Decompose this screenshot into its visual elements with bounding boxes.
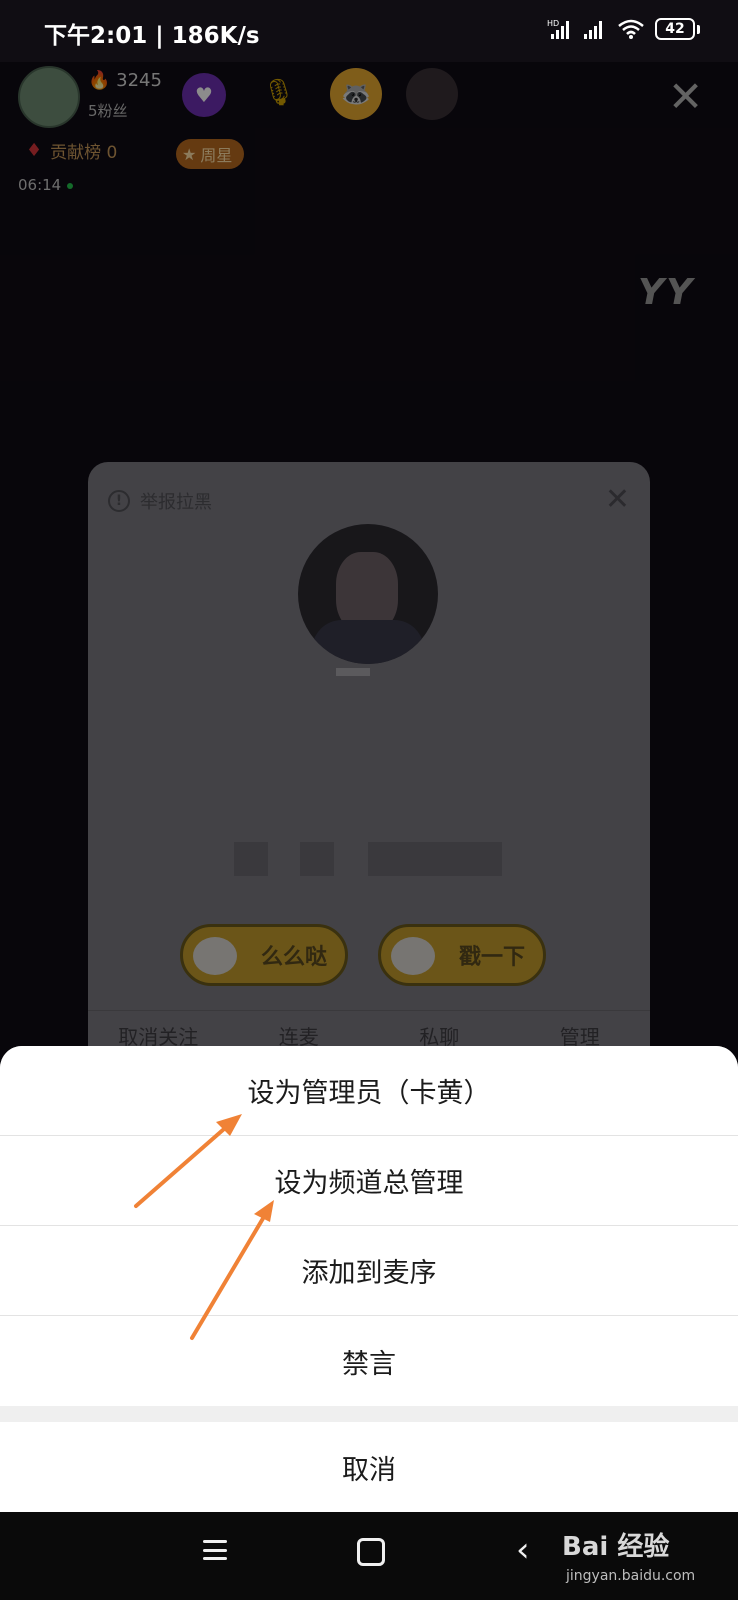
alert-icon: ! [108, 490, 130, 512]
tab-manage[interactable]: 管理 [510, 1011, 651, 1050]
cancel-button[interactable]: 取消 [0, 1422, 738, 1512]
gift-poke-button[interactable]: 戳一下 [378, 924, 546, 986]
signal-icon [584, 21, 602, 39]
heat-value: 3245 [116, 70, 162, 91]
watermark-url: jingyan.baidu.com [566, 1568, 696, 1584]
flame-icon: 🔥 [88, 70, 111, 91]
viewer-avatar[interactable] [406, 68, 458, 120]
live-duration-value: 06:14 [18, 176, 62, 194]
recent-apps-icon[interactable] [203, 1540, 227, 1560]
tab-unfollow[interactable]: 取消关注 [88, 1011, 229, 1050]
blurred-info [234, 842, 268, 876]
report-label: 举报拉黑 [140, 492, 212, 513]
live-duration: 06:14 [18, 176, 74, 194]
week-star-label: 周星 [200, 146, 233, 165]
host-heat-count: 🔥 3245 [88, 70, 162, 91]
gift-kiss-button[interactable]: 么么哒 [180, 924, 348, 986]
set-admin-yellow-option[interactable]: 设为管理员（卡黄） [0, 1046, 738, 1136]
signal-icon: HD [547, 19, 569, 39]
user-name-placeholder [336, 668, 370, 676]
yy-logo: YY [638, 272, 695, 313]
navigation-bar: ‹ Bai 经验 jingyan.baidu.com [0, 1512, 738, 1600]
tab-connect-mic[interactable]: 连麦 [229, 1011, 370, 1050]
mic-link-icon[interactable]: 🎙 [262, 78, 295, 108]
host-avatar[interactable] [18, 66, 80, 128]
emoji-icon [193, 937, 237, 975]
blurred-info [300, 842, 334, 876]
card-action-tabs: 取消关注 连麦 私聊 管理 [88, 1010, 650, 1050]
gift-kiss-label: 么么哒 [260, 945, 327, 970]
star-icon: ★ [182, 144, 197, 164]
live-dot-icon [67, 182, 74, 189]
guard-heart-icon[interactable]: ♥ [182, 73, 226, 117]
status-time: 下午2:01 | 186K/s [44, 23, 260, 49]
add-to-mic-queue-option[interactable]: 添加到麦序 [0, 1226, 738, 1316]
hd-label: HD [547, 19, 559, 28]
action-sheet: 设为管理员（卡黄） 设为频道总管理 添加到麦序 禁言 取消 [0, 1046, 738, 1512]
contribution-label: 贡献榜 0 [50, 143, 118, 163]
viewer-avatar[interactable]: 🦝 [330, 68, 382, 120]
blurred-info [368, 842, 502, 876]
battery-icon: 42 [655, 18, 695, 40]
home-icon[interactable] [357, 1538, 385, 1566]
report-block-button[interactable]: ! 举报拉黑 [108, 488, 212, 514]
emoji-icon [391, 937, 435, 975]
mute-option[interactable]: 禁言 [0, 1316, 738, 1406]
diamond-icon: ♦ [26, 140, 43, 161]
back-icon[interactable]: ‹ [516, 1530, 530, 1570]
baidu-watermark: Bai 经验 [562, 1532, 670, 1562]
host-fans-count: 5粉丝 [88, 102, 128, 120]
status-icons: HD 42 [547, 18, 700, 40]
gift-poke-label: 戳一下 [458, 945, 525, 970]
close-card-icon[interactable]: ✕ [605, 482, 630, 517]
status-bar: 下午2:01 | 186K/s HD 42 [0, 0, 738, 62]
close-room-icon[interactable]: ✕ [668, 76, 703, 118]
wifi-icon [618, 19, 644, 39]
user-profile-card: ! 举报拉黑 ✕ 么么哒 戳一下 取消关注 连麦 私聊 管理 [88, 462, 650, 1082]
contribution-ranking[interactable]: ♦ 贡献榜 0 [26, 138, 117, 163]
user-avatar[interactable] [298, 524, 438, 664]
set-channel-admin-option[interactable]: 设为频道总管理 [0, 1136, 738, 1226]
battery-tip [697, 24, 700, 34]
week-star-badge[interactable]: ★ 周星 [176, 139, 245, 169]
tab-private-chat[interactable]: 私聊 [369, 1011, 510, 1050]
